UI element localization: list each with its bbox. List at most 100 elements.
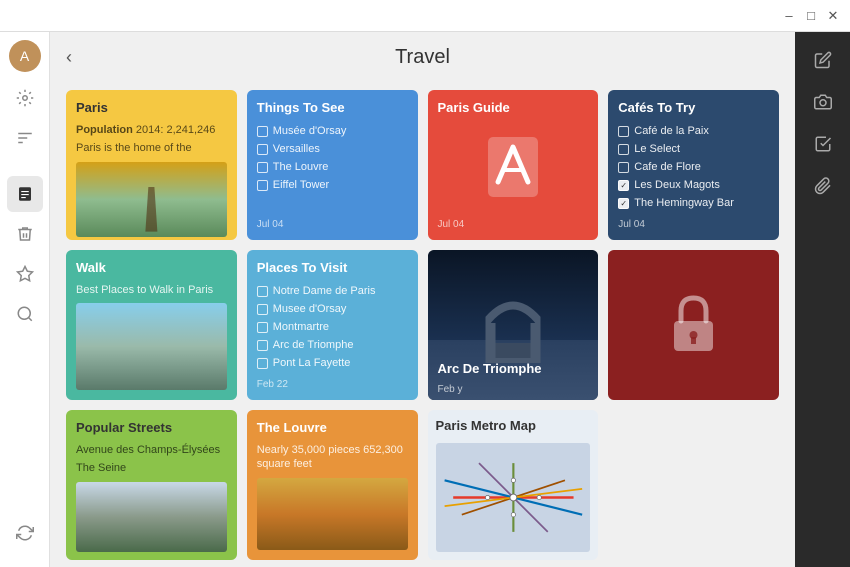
edit-icon xyxy=(814,51,832,69)
checkbox xyxy=(257,144,268,155)
note-title: Paris xyxy=(76,100,227,115)
note-title: Cafés To Try xyxy=(618,100,769,115)
note-title: Walk xyxy=(76,260,227,275)
sidebar-bottom xyxy=(7,515,43,559)
list-item: ✓ The Hemingway Bar xyxy=(618,197,769,209)
note-date: Jul 04 xyxy=(438,215,589,230)
back-button[interactable]: ‹ xyxy=(66,47,72,68)
settings-icon xyxy=(16,89,34,107)
note-cafes[interactable]: Cafés To Try Café de la Paix Le Select C… xyxy=(608,90,779,240)
note-title: Things To See xyxy=(257,100,408,115)
sort-icon xyxy=(16,129,34,147)
main-content: ‹ Travel Paris Population 2014: 2,241,24… xyxy=(50,32,795,567)
checkbox-checked: ✓ xyxy=(618,198,629,209)
notes-icon xyxy=(16,185,34,203)
check-toolbar-button[interactable] xyxy=(802,124,844,164)
note-body: Population 2014: 2,241,246 xyxy=(76,123,227,137)
pdf-icon-area xyxy=(438,119,589,215)
settings-button[interactable] xyxy=(7,80,43,116)
note-the-louvre[interactable]: The Louvre Nearly 35,000 pieces 652,300 … xyxy=(247,410,418,560)
note-paris[interactable]: Paris Population 2014: 2,241,246 Paris i… xyxy=(66,90,237,240)
checklist-icon xyxy=(814,135,832,153)
minimize-button[interactable]: – xyxy=(782,9,796,23)
paris-image xyxy=(76,162,227,237)
trash-button[interactable] xyxy=(7,216,43,252)
note-walk[interactable]: Walk Best Places to Walk in Paris xyxy=(66,250,237,400)
list-item: Café de la Paix xyxy=(618,125,769,137)
window-controls: – □ ✕ xyxy=(782,9,840,23)
note-body: Best Places to Walk in Paris xyxy=(76,283,227,297)
sidebar: A xyxy=(0,32,50,567)
trash-icon xyxy=(16,225,34,243)
checkbox xyxy=(257,340,268,351)
checkbox xyxy=(257,126,268,137)
list-item: Musée d'Orsay xyxy=(257,125,408,137)
checklist: Musée d'Orsay Versailles The Louvre Eiff… xyxy=(257,123,408,215)
note-title: The Louvre xyxy=(257,420,408,435)
page-title: Travel xyxy=(395,46,450,69)
search-icon xyxy=(16,305,34,323)
pdf-icon xyxy=(483,132,543,202)
checkbox xyxy=(618,162,629,173)
app-layout: A xyxy=(0,32,850,567)
list-item: Montmartre xyxy=(257,321,408,333)
list-item: The Louvre xyxy=(257,161,408,173)
checkbox xyxy=(257,286,268,297)
note-date: Jul 04 xyxy=(618,215,769,230)
note-date: Jul 04 xyxy=(257,215,408,230)
note-title: Arc De Triomphe xyxy=(438,361,589,376)
close-button[interactable]: ✕ xyxy=(826,9,840,23)
right-toolbar xyxy=(795,32,850,567)
edit-toolbar-button[interactable] xyxy=(802,40,844,80)
checkbox xyxy=(618,126,629,137)
checkbox xyxy=(257,304,268,315)
metro-image xyxy=(436,443,591,552)
note-text: Paris is the home of the xyxy=(76,141,227,155)
checkbox xyxy=(257,322,268,333)
notes-button[interactable] xyxy=(7,176,43,212)
note-things-to-see[interactable]: Things To See Musée d'Orsay Versailles T… xyxy=(247,90,418,240)
search-button[interactable] xyxy=(7,296,43,332)
maximize-button[interactable]: □ xyxy=(804,9,818,23)
note-places-to-visit[interactable]: Places To Visit Notre Dame de Paris Muse… xyxy=(247,250,418,400)
lock-area xyxy=(618,260,769,390)
checkbox-checked: ✓ xyxy=(618,180,629,191)
sync-button[interactable] xyxy=(7,515,43,551)
arc-title-area: Arc De Triomphe Feb y xyxy=(438,361,589,395)
checklist: Café de la Paix Le Select Cafe de Flore … xyxy=(618,123,769,215)
list-item: Pont La Fayette xyxy=(257,357,408,369)
camera-icon xyxy=(814,93,832,111)
title-bar: – □ ✕ xyxy=(0,0,850,32)
camera-toolbar-button[interactable] xyxy=(802,82,844,122)
list-item: Versailles xyxy=(257,143,408,155)
note-locked[interactable] xyxy=(608,250,779,400)
note-popular-streets[interactable]: Popular Streets Avenue des Champs-Élysée… xyxy=(66,410,237,560)
note-title: Popular Streets xyxy=(76,420,227,435)
checklist: Notre Dame de Paris Musee d'Orsay Montma… xyxy=(257,283,408,375)
note-date: Feb 22 xyxy=(257,375,408,390)
note-arc[interactable]: Arc De Triomphe Feb y xyxy=(428,250,599,400)
list-item: Arc de Triomphe xyxy=(257,339,408,351)
note-metro-map[interactable]: Paris Metro Map xyxy=(428,410,599,560)
notes-grid: Paris Population 2014: 2,241,246 Paris i… xyxy=(50,82,795,567)
note-paris-guide[interactable]: Paris Guide Jul 04 xyxy=(428,90,599,240)
walk-image xyxy=(76,303,227,390)
avatar[interactable]: A xyxy=(9,40,41,72)
page-header: ‹ Travel xyxy=(50,32,795,82)
louvre-image xyxy=(257,478,408,550)
note-body: Nearly 35,000 pieces 652,300 square feet xyxy=(257,443,408,472)
attach-icon xyxy=(814,177,832,195)
list-item: ✓ Les Deux Magots xyxy=(618,179,769,191)
sync-icon xyxy=(16,524,34,542)
attach-toolbar-button[interactable] xyxy=(802,166,844,206)
sort-button[interactable] xyxy=(7,120,43,156)
checkbox xyxy=(618,144,629,155)
streets-image xyxy=(76,482,227,552)
list-item: Le Select xyxy=(618,143,769,155)
list-item: Notre Dame de Paris xyxy=(257,285,408,297)
list-item: Musee d'Orsay xyxy=(257,303,408,315)
favorites-button[interactable] xyxy=(7,256,43,292)
note-title: Paris Guide xyxy=(438,100,589,115)
list-item: Cafe de Flore xyxy=(618,161,769,173)
list-item: Eiffel Tower xyxy=(257,179,408,191)
